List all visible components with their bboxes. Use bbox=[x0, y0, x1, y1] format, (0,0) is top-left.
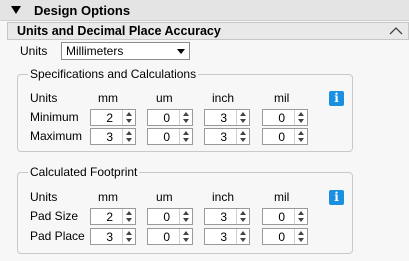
specs-col-inch: inch bbox=[212, 91, 235, 105]
pad-size-um-stepper[interactable]: 0 bbox=[147, 208, 193, 225]
units-accuracy-title: Units and Decimal Place Accuracy bbox=[17, 24, 221, 38]
pad-size-inch-stepper[interactable]: 3 bbox=[204, 208, 250, 225]
stepper-arrows-icon[interactable] bbox=[122, 129, 135, 144]
stepper-arrows-icon[interactable] bbox=[236, 209, 249, 224]
stepper-value: 0 bbox=[278, 230, 285, 244]
design-options-panel: Design Options Units and Decimal Place A… bbox=[0, 0, 409, 261]
stepper-value: 0 bbox=[163, 210, 170, 224]
specs-units-header: Units bbox=[30, 91, 58, 105]
stepper-value: 0 bbox=[278, 210, 285, 224]
maximum-inch-stepper[interactable]: 3 bbox=[204, 128, 250, 145]
footprint-units-header: Units bbox=[30, 190, 58, 204]
stepper-value: 0 bbox=[278, 111, 285, 125]
footprint-col-mil: mil bbox=[274, 190, 290, 204]
stepper-arrows-icon[interactable] bbox=[294, 209, 307, 224]
specs-col-mm: mm bbox=[98, 91, 118, 105]
stepper-arrows-icon[interactable] bbox=[122, 229, 135, 244]
pad-place-label: Pad Place bbox=[30, 229, 85, 243]
design-options-title: Design Options bbox=[34, 3, 131, 18]
footprint-col-inch: inch bbox=[212, 190, 235, 204]
footprint-col-mm: mm bbox=[98, 190, 118, 204]
pad-size-mil-stepper[interactable]: 0 bbox=[262, 208, 308, 225]
minimum-label: Minimum bbox=[30, 110, 79, 124]
stepper-arrows-icon[interactable] bbox=[236, 110, 249, 125]
footprint-legend: Calculated Footprint bbox=[30, 165, 138, 179]
units-label: Units bbox=[20, 44, 48, 58]
specifications-legend: Specifications and Calculations bbox=[30, 67, 197, 81]
maximum-um-stepper[interactable]: 0 bbox=[147, 128, 193, 145]
stepper-arrows-icon[interactable] bbox=[179, 229, 192, 244]
pad-size-label: Pad Size bbox=[30, 209, 79, 223]
stepper-value: 3 bbox=[106, 130, 113, 144]
units-dropdown-value: Millimeters bbox=[66, 44, 124, 58]
footprint-info-icon[interactable]: i bbox=[329, 190, 344, 205]
stepper-arrows-icon[interactable] bbox=[179, 110, 192, 125]
footprint-col-um: um bbox=[156, 190, 173, 204]
stepper-arrows-icon[interactable] bbox=[179, 209, 192, 224]
design-options-header[interactable]: Design Options bbox=[0, 0, 409, 21]
pad-place-um-stepper[interactable]: 0 bbox=[147, 228, 193, 245]
stepper-value: 2 bbox=[106, 111, 113, 125]
minimum-um-stepper[interactable]: 0 bbox=[147, 109, 193, 126]
stepper-value: 0 bbox=[163, 111, 170, 125]
pad-place-mil-stepper[interactable]: 0 bbox=[262, 228, 308, 245]
maximum-mm-stepper[interactable]: 3 bbox=[90, 128, 136, 145]
specs-col-mil: mil bbox=[274, 91, 290, 105]
specs-info-icon[interactable]: i bbox=[329, 91, 344, 106]
stepper-value: 3 bbox=[220, 230, 227, 244]
units-accuracy-section-bar[interactable]: Units and Decimal Place Accuracy bbox=[7, 22, 409, 40]
stepper-value: 0 bbox=[278, 130, 285, 144]
specs-col-um: um bbox=[156, 91, 173, 105]
stepper-value: 2 bbox=[106, 210, 113, 224]
units-dropdown[interactable]: Millimeters bbox=[61, 42, 190, 60]
minimum-inch-stepper[interactable]: 3 bbox=[204, 109, 250, 126]
stepper-value: 3 bbox=[220, 130, 227, 144]
pad-size-mm-stepper[interactable]: 2 bbox=[90, 208, 136, 225]
expand-triangle-icon[interactable] bbox=[11, 6, 21, 14]
stepper-value: 3 bbox=[220, 210, 227, 224]
maximum-mil-stepper[interactable]: 0 bbox=[262, 128, 308, 145]
stepper-value: 0 bbox=[163, 130, 170, 144]
pad-place-inch-stepper[interactable]: 3 bbox=[204, 228, 250, 245]
pad-place-mm-stepper[interactable]: 3 bbox=[90, 228, 136, 245]
stepper-arrows-icon[interactable] bbox=[122, 209, 135, 224]
maximum-label: Maximum bbox=[30, 129, 83, 143]
stepper-arrows-icon[interactable] bbox=[122, 110, 135, 125]
dropdown-arrow-icon[interactable] bbox=[173, 43, 189, 59]
stepper-arrows-icon[interactable] bbox=[236, 129, 249, 144]
stepper-value: 3 bbox=[220, 111, 227, 125]
stepper-value: 3 bbox=[106, 230, 113, 244]
stepper-arrows-icon[interactable] bbox=[236, 229, 249, 244]
stepper-value: 0 bbox=[163, 230, 170, 244]
collapse-chevron-up-icon[interactable] bbox=[388, 24, 404, 38]
stepper-arrows-icon[interactable] bbox=[179, 129, 192, 144]
stepper-arrows-icon[interactable] bbox=[294, 110, 307, 125]
stepper-arrows-icon[interactable] bbox=[294, 129, 307, 144]
minimum-mm-stepper[interactable]: 2 bbox=[90, 109, 136, 126]
stepper-arrows-icon[interactable] bbox=[294, 229, 307, 244]
minimum-mil-stepper[interactable]: 0 bbox=[262, 109, 308, 126]
